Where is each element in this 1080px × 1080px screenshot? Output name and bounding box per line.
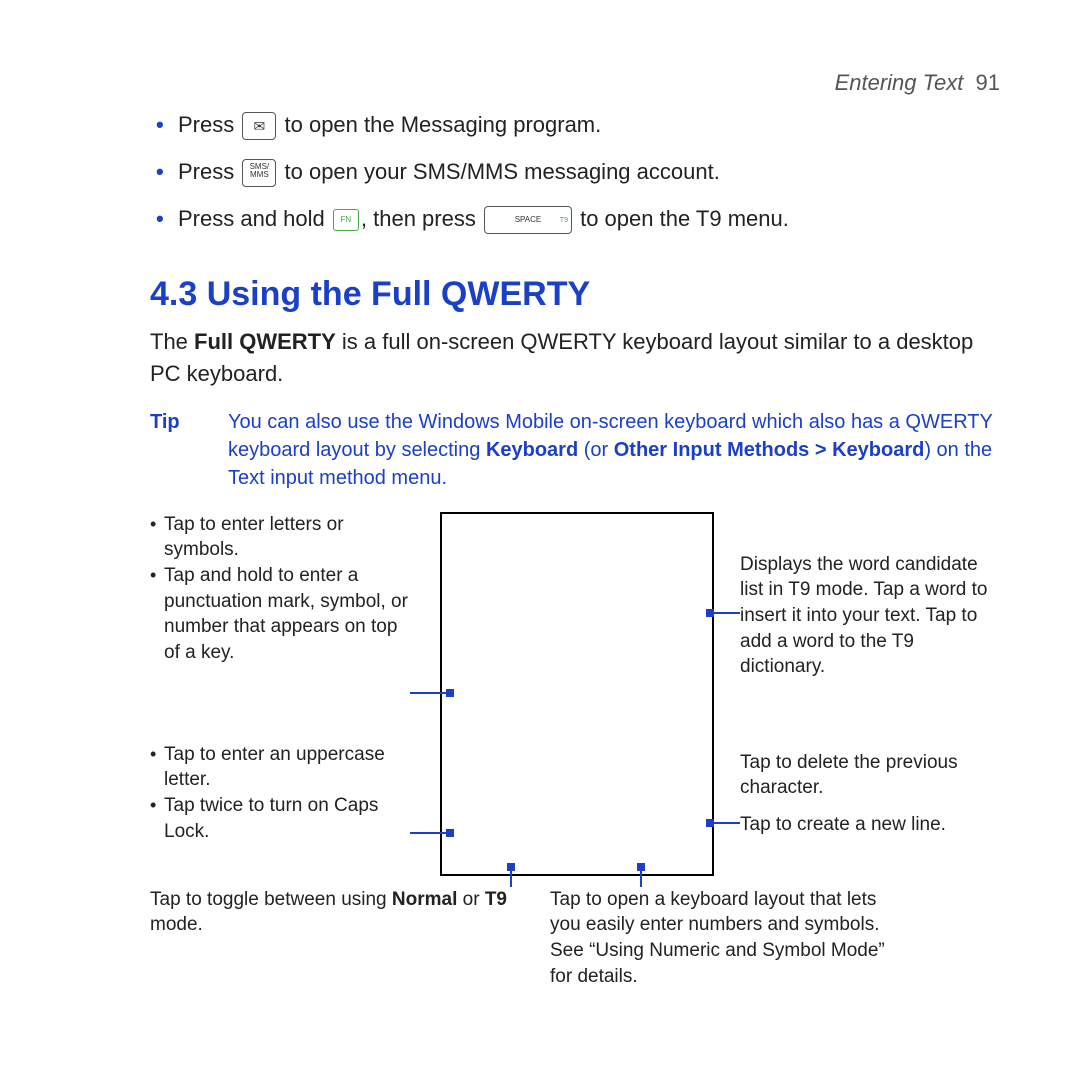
text: to open the Messaging program. xyxy=(285,112,602,137)
phone-outline xyxy=(440,512,714,876)
text: Press xyxy=(178,159,234,184)
callout-bottom-left: Tap to toggle between using Normal or T9… xyxy=(150,887,510,938)
text: to open the T9 menu. xyxy=(580,206,789,231)
lead-line xyxy=(710,822,740,824)
tip-body: You can also use the Windows Mobile on-s… xyxy=(228,408,1000,492)
callout-text: Tap to open a keyboard layout that lets … xyxy=(550,889,885,987)
tip-label: Tip xyxy=(150,408,190,492)
lead-dot xyxy=(706,609,714,617)
fn-key-icon: FN xyxy=(333,209,359,231)
callout-right-1: Displays the word candidate list in T9 m… xyxy=(740,552,1000,680)
callout-text: Tap twice to turn on Caps Lock. xyxy=(150,793,410,844)
callout-text: Tap to enter letters or symbols. xyxy=(150,512,410,563)
callout-bottom-right: Tap to open a keyboard layout that lets … xyxy=(550,887,910,990)
bold: Full QWERTY xyxy=(194,329,336,354)
callout-left-top: Tap to enter letters or symbols. Tap and… xyxy=(150,512,410,666)
text: to open your SMS/MMS messaging account. xyxy=(285,159,720,184)
instruction-item: Press SMS/ MMS to open your SMS/MMS mess… xyxy=(150,155,1000,188)
lead-line xyxy=(410,692,450,694)
keyboard-diagram: Tap to enter letters or symbols. Tap and… xyxy=(150,512,1000,972)
callout-text: Tap to enter an uppercase letter. xyxy=(150,742,410,793)
page-header: Entering Text 91 xyxy=(150,70,1000,96)
space-key-icon: T9 SPACE xyxy=(484,206,572,234)
lead-dot xyxy=(507,863,515,871)
text: Press and hold xyxy=(178,206,325,231)
lead-dot xyxy=(446,689,454,697)
callout-text: Tap and hold to enter a punctuation mark… xyxy=(150,563,410,666)
lead-line xyxy=(710,612,740,614)
lead-dot xyxy=(706,819,714,827)
callout-left-bottom: Tap to enter an uppercase letter. Tap tw… xyxy=(150,742,410,845)
section-lead: The Full QWERTY is a full on-screen QWER… xyxy=(150,326,1000,390)
callout-right-2: Tap to delete the previous character. xyxy=(740,750,1000,801)
lead-line xyxy=(410,832,450,834)
text: Press xyxy=(178,112,234,137)
instruction-item: Press and hold FN, then press T9 SPACE t… xyxy=(150,202,1000,235)
lead-dot xyxy=(637,863,645,871)
callout-text: Tap to create a new line. xyxy=(740,814,946,835)
lead-dot xyxy=(446,829,454,837)
instruction-list: Press ✉ to open the Messaging program. P… xyxy=(150,108,1000,235)
callout-right-3: Tap to create a new line. xyxy=(740,812,1000,838)
chapter-title: Entering Text xyxy=(835,70,964,95)
page-number: 91 xyxy=(976,70,1000,95)
sms-mms-key-icon: SMS/ MMS xyxy=(242,159,276,187)
page: Entering Text 91 Press ✉ to open the Mes… xyxy=(0,0,1080,1080)
envelope-key-icon: ✉ xyxy=(242,112,276,140)
callout-text: Displays the word candidate list in T9 m… xyxy=(740,554,987,678)
section-heading: 4.3 Using the Full QWERTY xyxy=(150,275,1000,314)
tip-block: Tip You can also use the Windows Mobile … xyxy=(150,408,1000,492)
text: , then press xyxy=(361,206,476,231)
callout-text: Tap to delete the previous character. xyxy=(740,752,958,799)
instruction-item: Press ✉ to open the Messaging program. xyxy=(150,108,1000,141)
